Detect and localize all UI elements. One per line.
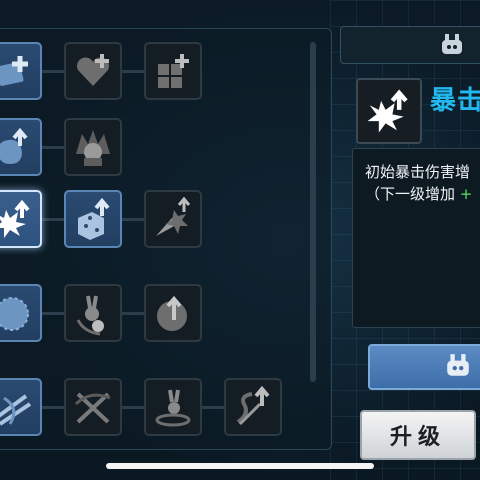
tree-connector [120, 218, 144, 221]
home-indicator[interactable] [106, 463, 374, 469]
card-plus-icon [0, 56, 28, 86]
bunny-badge-icon [447, 354, 469, 376]
bunny-badge-icon [442, 34, 462, 54]
skill-node-spiky-head[interactable] [64, 118, 122, 176]
tree-connector [120, 70, 144, 73]
description-line-2: （下一级增加 + [365, 183, 472, 204]
skill-node-burst-up[interactable] [0, 190, 42, 248]
dice-up-icon [78, 197, 110, 240]
heart-plus-icon [77, 54, 109, 86]
skill-node-heart-plus[interactable] [64, 42, 122, 100]
skill-node-bunny-swirl[interactable] [144, 378, 202, 436]
cost-bar [368, 344, 480, 390]
box-plus-icon [158, 54, 189, 88]
tree-connector [200, 406, 224, 409]
bunny-swirl-icon [155, 389, 191, 427]
tree-connector [40, 406, 64, 409]
upgrade-button[interactable]: 升级 [360, 410, 476, 460]
skill-node-card-plus[interactable] [0, 42, 42, 100]
skill-node-dice-up[interactable] [64, 190, 122, 248]
tree-connector [120, 312, 144, 315]
skill-node-slash-swords[interactable] [0, 378, 42, 436]
crossed-blades-icon [74, 392, 111, 424]
description-next-level-value: + [459, 185, 473, 203]
skill-node-orb[interactable] [0, 284, 42, 342]
skill-node-spin-up[interactable] [224, 378, 282, 436]
currency-badge [340, 26, 480, 64]
skill-node-orb-up[interactable] [144, 284, 202, 342]
skill-node-crossed-blades[interactable] [64, 378, 122, 436]
tree-connector [120, 406, 144, 409]
spin-up-icon [236, 385, 270, 426]
skill-description-box: 初始暴击伤害增 （下一级增加 + [352, 148, 480, 328]
skill-node-blob-up[interactable] [0, 118, 42, 176]
burst-up-icon [367, 89, 408, 133]
tree-connector [40, 218, 64, 221]
blob-up-icon [0, 127, 28, 164]
tree-connector [40, 312, 64, 315]
skill-node-box-plus[interactable] [144, 42, 202, 100]
description-next-level-prefix: （下一级增加 [365, 185, 456, 203]
description-line-1: 初始暴击伤害增 [365, 163, 471, 181]
selected-skill-icon [356, 78, 422, 144]
orb-icon [0, 297, 29, 331]
skill-node-bunny-ball[interactable] [64, 284, 122, 342]
tree-connector [40, 70, 64, 73]
burst-up-icon [0, 199, 30, 238]
skill-tree-scrollbar[interactable] [310, 42, 316, 382]
skill-node-comet-up[interactable] [144, 190, 202, 248]
spiky-hair-head-icon [76, 130, 110, 166]
orb-up-icon [157, 295, 187, 331]
bunny-ball-icon [76, 295, 104, 336]
tree-connector [40, 146, 64, 149]
slash-swords-icon [0, 394, 32, 426]
skill-name: 暴击 [430, 86, 480, 116]
comet-up-icon [156, 196, 191, 236]
